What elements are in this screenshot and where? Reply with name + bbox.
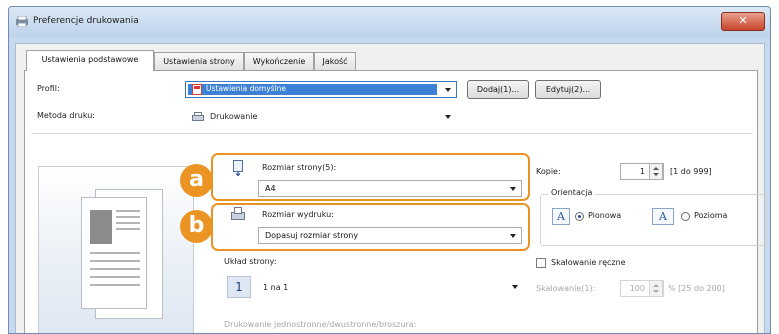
spin-up-icon[interactable]	[653, 167, 659, 170]
profile-value: Ustawienia domyślne	[206, 84, 287, 93]
scaling-label: Skalowanie(1):	[536, 284, 596, 293]
print-preview	[38, 166, 194, 333]
preview-text-line	[90, 260, 140, 262]
spin-up-icon[interactable]	[653, 284, 659, 287]
copies-range: [1 do 999]	[670, 167, 712, 176]
landscape-label[interactable]: Pozioma	[694, 211, 727, 220]
edit-profile-button[interactable]: Edytuj(2)...	[535, 80, 601, 99]
page-size-value: A4	[265, 184, 276, 193]
preview-text-line	[116, 210, 140, 212]
copies-input[interactable]: 1	[620, 163, 664, 180]
tab-label: Ustawienia podstawowe	[41, 55, 139, 64]
chevron-down-icon	[445, 115, 451, 119]
callout-badge-a: a	[180, 164, 213, 197]
scaling-spinner[interactable]	[649, 280, 663, 297]
print-method-select[interactable]: Drukowanie	[185, 108, 457, 125]
page-size-icon	[233, 160, 243, 176]
close-icon: ✕	[738, 14, 748, 27]
tab-basic-settings[interactable]: Ustawienia podstawowe	[26, 50, 154, 71]
output-size-label: Rozmiar wydruku:	[262, 210, 334, 219]
scaling-range: % [25 do 200]	[668, 284, 725, 293]
output-size-icon	[231, 207, 245, 220]
profile-select[interactable]: Ustawienia domyślne	[185, 81, 457, 98]
output-size-value: Dopasuj rozmiar strony	[265, 231, 359, 240]
orientation-label: Orientacja	[548, 188, 596, 197]
spin-down-icon[interactable]	[653, 290, 659, 293]
add-profile-button[interactable]: Dodaj(1)...	[467, 80, 529, 99]
tab-finishing[interactable]: Wykończenie	[244, 52, 314, 70]
callout-badge-b: b	[180, 210, 213, 243]
printer-icon	[192, 112, 204, 121]
page-layout-value: 1 na 1	[263, 283, 289, 292]
page-size-select[interactable]: A4	[258, 180, 522, 197]
manual-scaling-checkbox[interactable]	[536, 258, 546, 268]
chevron-down-icon	[510, 187, 516, 191]
printer-app-icon	[16, 16, 28, 27]
page-layout-icon: 1	[227, 276, 251, 298]
tab-quality[interactable]: Jakość	[314, 52, 356, 70]
portrait-radio[interactable]	[575, 212, 584, 221]
landscape-radio[interactable]	[681, 212, 690, 221]
manual-scaling-label[interactable]: Skalowanie ręczne	[551, 258, 626, 267]
spin-down-icon[interactable]	[653, 173, 659, 176]
tab-label: Jakość	[322, 57, 348, 66]
tab-page-setup[interactable]: Ustawienia strony	[154, 52, 244, 70]
preview-text-line	[116, 228, 140, 230]
preview-text-line	[90, 276, 140, 278]
portrait-orientation-icon: A	[552, 208, 570, 225]
chevron-down-icon	[512, 285, 518, 289]
chevron-down-icon	[510, 234, 516, 238]
print-method-value: Drukowanie	[210, 112, 258, 121]
duplex-label: Drukowanie jednostronne/dwustronne/brosz…	[224, 320, 417, 329]
chevron-down-icon	[445, 88, 451, 92]
copies-label: Kopie:	[536, 167, 561, 176]
scaling-value: 100	[629, 284, 645, 293]
preview-text-line	[116, 222, 140, 224]
close-button[interactable]: ✕	[721, 12, 765, 31]
copies-spinner[interactable]	[649, 163, 663, 180]
page-layout-label: Układ strony:	[224, 257, 277, 266]
landscape-orientation-icon: A	[652, 208, 674, 225]
preview-text-line	[90, 284, 140, 286]
preview-text-line	[90, 252, 140, 254]
title-bar: Preferencje drukowania ✕	[9, 7, 770, 37]
portrait-label[interactable]: Pionowa	[588, 211, 621, 220]
preview-text-line	[116, 216, 140, 218]
page-layout-select[interactable]: 1 1 na 1	[222, 273, 524, 301]
profile-label: Profil:	[37, 84, 60, 93]
preview-text-line	[90, 268, 140, 270]
output-size-select[interactable]: Dopasuj rozmiar strony	[258, 227, 522, 244]
section-divider	[31, 133, 753, 134]
preview-front-page	[81, 197, 147, 309]
copies-value: 1	[639, 167, 645, 176]
preview-image-block	[90, 210, 112, 244]
page-size-label: Rozmiar strony(5):	[262, 163, 337, 172]
scaling-input[interactable]: 100	[620, 280, 664, 297]
default-profile-icon	[192, 84, 202, 95]
tab-label: Ustawienia strony	[163, 57, 235, 66]
window-title: Preferencje drukowania	[33, 16, 139, 26]
print-method-label: Metoda druku:	[37, 111, 95, 120]
tab-label: Wykończenie	[252, 57, 306, 66]
